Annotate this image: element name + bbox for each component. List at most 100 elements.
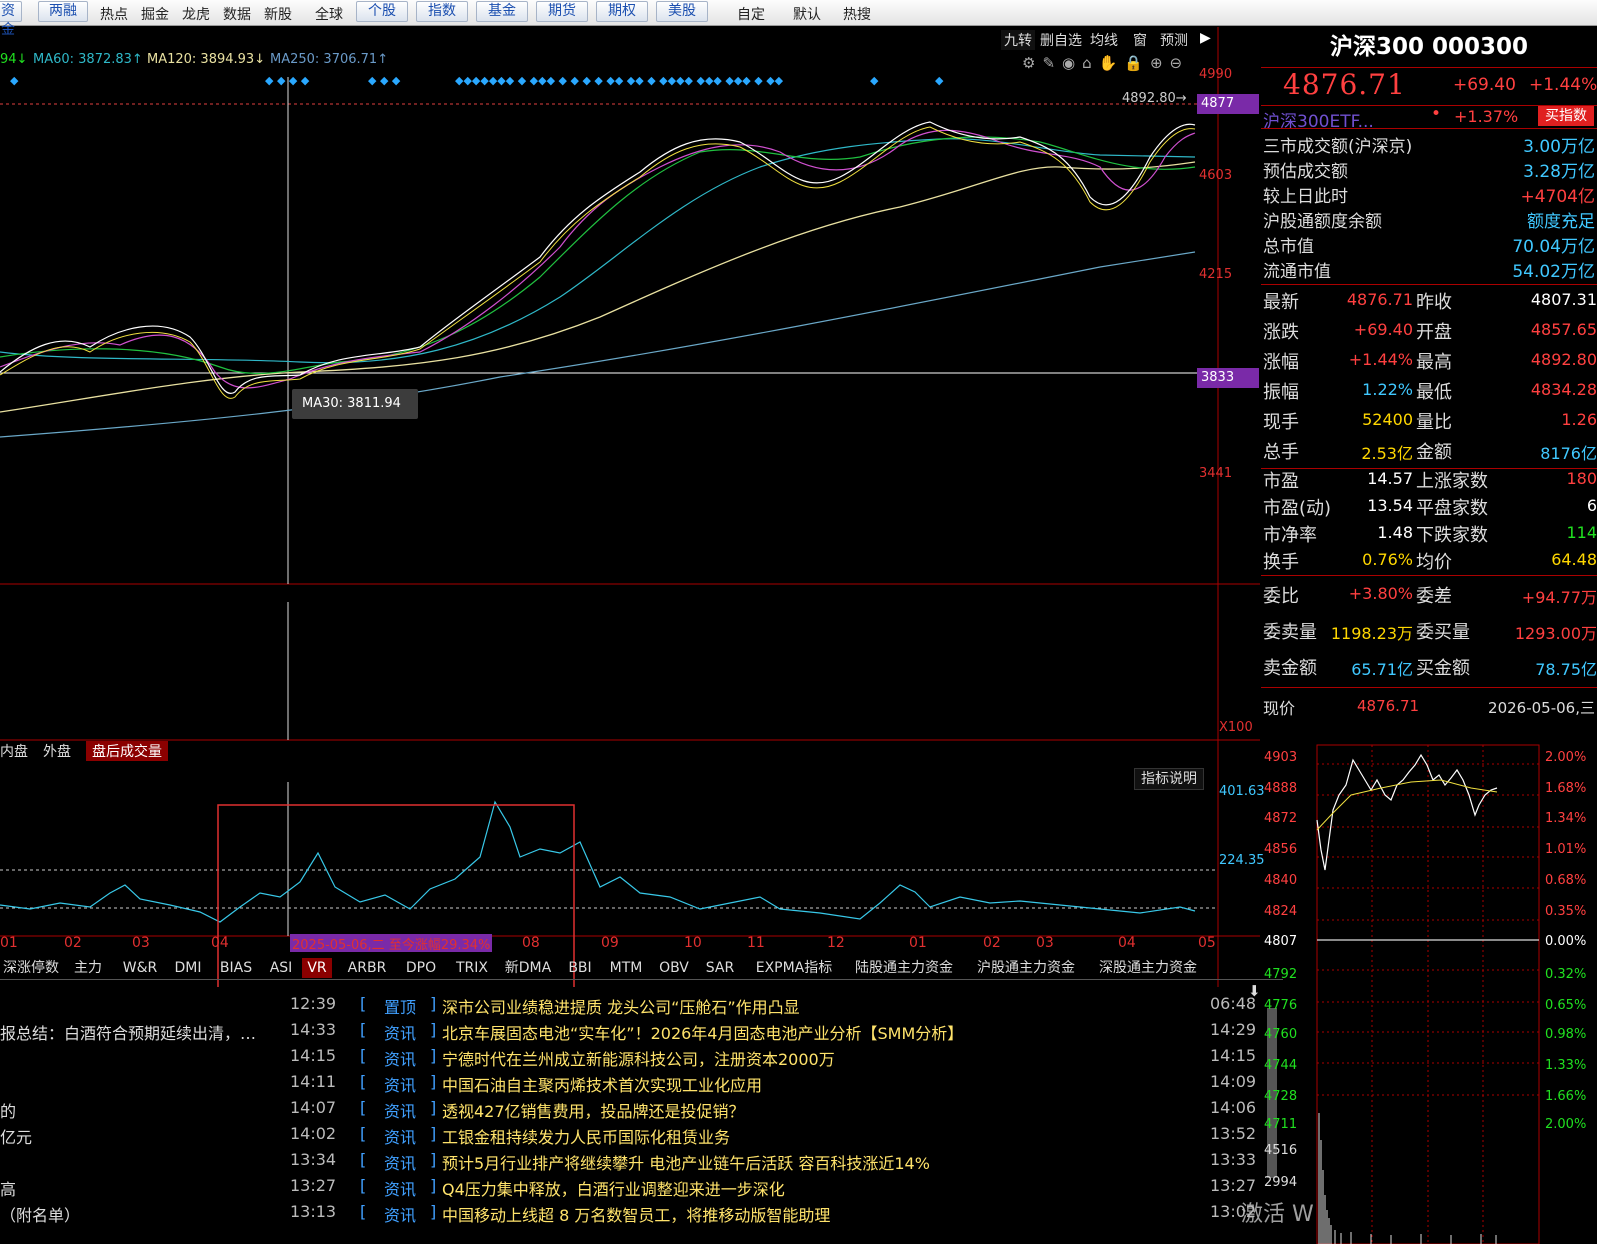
toolbar-button-margin[interactable]: 两融 xyxy=(38,1,88,22)
mini-chart-date: 2026-05-06,三 xyxy=(1488,699,1595,717)
news-title[interactable]: 透视427亿销售费用，投品牌还是投促销？ xyxy=(442,1098,745,1122)
indicator-tab[interactable]: ASI xyxy=(266,958,296,978)
mini-price-axis-label: 4516 xyxy=(1264,1143,1298,1158)
stat-value: 4857.65 xyxy=(1530,320,1597,339)
mini-price-axis-label: 4824 xyxy=(1264,904,1298,919)
news-row[interactable]: 报总结：白酒符合预期延续出清，… 14:33 资讯 北京车展固态电池“实车化”！202… xyxy=(0,1020,1260,1046)
bracket-left: [ xyxy=(360,1202,367,1221)
indicator-tab[interactable]: SAR xyxy=(700,958,740,978)
indicator-tab[interactable]: EXPMA指标 xyxy=(748,958,840,978)
toolbar-link-dig[interactable]: 掘金 xyxy=(141,4,169,24)
news-time-right: 14:09 xyxy=(1210,1072,1257,1091)
toolbar-link-custom[interactable]: 自定 xyxy=(737,4,765,24)
stat-label: 最高 xyxy=(1416,352,1452,373)
news-row[interactable]: 高 13:27 资讯 Q4压力集中释放，白酒行业调整迎来进一步深化 13:27 [] xyxy=(0,1176,1260,1202)
indicator-tab[interactable]: OBV xyxy=(654,958,694,978)
stat-value: 1.26 xyxy=(1561,410,1597,429)
chart-icon-toolbar[interactable]: ⚙✎◉⌂✋🔒⊕⊖ xyxy=(1022,54,1189,72)
stat-value: 13.54 xyxy=(1367,496,1413,515)
stat-label: 较上日此时 xyxy=(1263,187,1348,207)
mini-pct-axis-label: 0.68% xyxy=(1545,873,1587,888)
indicator-tab[interactable]: 陆股通主力资金 xyxy=(846,958,962,978)
stat-value: 6 xyxy=(1586,496,1597,515)
date-label: 04 xyxy=(211,935,229,951)
price-change-pct: +1.44% xyxy=(1529,75,1597,95)
mini-price-axis-label: 4903 xyxy=(1264,750,1298,765)
stat-label: 卖金额 xyxy=(1263,658,1317,679)
indicator-tab[interactable]: MTM xyxy=(604,958,648,978)
indicator-tab[interactable]: 新DMA xyxy=(500,958,556,978)
indicator-tab-active[interactable]: VR xyxy=(302,958,332,978)
news-title[interactable]: 深市公司业绩稳进提质 龙头公司“压舱石”作用凸显 xyxy=(442,994,800,1018)
toolbar-link-data[interactable]: 数据 xyxy=(223,4,251,24)
toolbar-button-stock[interactable]: 个股 xyxy=(356,1,408,22)
indicator-tab[interactable]: BIAS xyxy=(216,958,256,978)
news-title[interactable]: 中国移动上线超 8 万名数智员工，将推移动版智能助理 xyxy=(442,1202,830,1226)
news-row[interactable]: 13:34 资讯 预计5月行业排产将继续攀升 电池产业链午后活跃 容百科技涨近14%… xyxy=(0,1150,1260,1176)
stat-value: 114 xyxy=(1566,523,1597,542)
stat-label: 平盘家数 xyxy=(1416,498,1488,519)
price-axis-label: 4215 xyxy=(1199,267,1233,282)
indicator-tab[interactable]: TRIX xyxy=(450,958,494,978)
indicator-tab[interactable]: 深股通主力资金 xyxy=(1090,958,1206,978)
indicator-tab[interactable]: BBI xyxy=(562,958,598,978)
toolbar-button-us-stocks[interactable]: 美股 xyxy=(656,1,708,22)
indicator-tab[interactable]: DPO xyxy=(398,958,444,978)
news-row[interactable]: 的 14:07 资讯 透视427亿销售费用，投品牌还是投促销？ 14:06 [] xyxy=(0,1098,1260,1124)
bracket-right: ] xyxy=(430,1098,437,1117)
indicator-explain-button[interactable]: 指标说明 xyxy=(1134,768,1204,790)
buy-index-button[interactable]: 买指数 xyxy=(1538,106,1594,126)
news-row[interactable]: 12:39 置顶 深市公司业绩稳进提质 龙头公司“压舱石”作用凸显 06:48 [] xyxy=(0,994,1260,1020)
bracket-left: [ xyxy=(360,1098,367,1117)
news-time: 12:39 xyxy=(290,994,337,1013)
tab-after-hours-volume[interactable]: 盘后成交量 xyxy=(86,741,168,761)
news-left-title: 报总结：白酒符合预期延续出清，… xyxy=(0,1024,257,1043)
toolbar-link-default[interactable]: 默认 xyxy=(793,4,821,24)
toolbar-link-global[interactable]: 全球 xyxy=(315,4,343,24)
mini-price-axis-label: 4760 xyxy=(1264,1027,1298,1042)
news-time-right: 06:48 xyxy=(1210,994,1257,1013)
toolbar-button-fund[interactable]: 基金 xyxy=(476,1,528,22)
news-title[interactable]: 北京车展固态电池“实车化”！2026年4月固态电池产业分析【SMM分析】 xyxy=(442,1020,963,1044)
range-gain-label: 2025-05-06,二 至今涨幅29.34% xyxy=(290,934,493,953)
mini-price-axis-label: 4711 xyxy=(1264,1117,1298,1132)
stat-value: +4704亿 xyxy=(1520,187,1595,207)
stat-value: 180 xyxy=(1566,469,1597,488)
volume-scale-label: X100 xyxy=(1219,720,1253,735)
news-title[interactable]: Q4压力集中释放，白酒行业调整迎来进一步深化 xyxy=(442,1176,785,1200)
news-title[interactable]: 预计5月行业排产将继续攀升 电池产业链午后活跃 容百科技涨近14% xyxy=(442,1150,930,1174)
price-axis-label: 3441 xyxy=(1199,466,1233,481)
toolbar-link-ipo[interactable]: 新股 xyxy=(264,4,292,24)
news-row[interactable]: （附名单） 13:13 资讯 中国移动上线超 8 万名数智员工，将推移动版智能助理 13… xyxy=(0,1202,1260,1228)
news-title[interactable]: 中国石油自主聚丙烯技术首次实现工业化应用 xyxy=(442,1072,762,1096)
mini-price-axis-label: 4807 xyxy=(1264,934,1298,949)
news-title[interactable]: 工银金租持续发力人民币国际化租赁业务 xyxy=(442,1124,730,1148)
indicator-tab[interactable]: 主力 xyxy=(70,958,106,978)
toolbar-link-dragon[interactable]: 龙虎 xyxy=(182,4,210,24)
stat-label: 三市成交额(沪深京) xyxy=(1263,137,1413,157)
indicator-tab[interactable]: W&R xyxy=(118,958,162,978)
news-row[interactable]: 14:15 资讯 宁德时代在兰州成立新能源科技公司，注册资本2000万 14:15 [] xyxy=(0,1046,1260,1072)
tab-inner[interactable]: 内盘 xyxy=(0,741,28,761)
news-title[interactable]: 宁德时代在兰州成立新能源科技公司，注册资本2000万 xyxy=(442,1046,835,1070)
news-left-title: （附名单） xyxy=(0,1206,81,1225)
svg-text:◆ ◆ ◆ ◆: ◆ ◆ ◆ ◆ xyxy=(265,74,310,87)
ma10-line xyxy=(0,129,1196,389)
mini-pct-axis-label: 1.01% xyxy=(1545,842,1587,857)
tab-outer[interactable]: 外盘 xyxy=(43,741,71,761)
toolbar-button-options[interactable]: 期权 xyxy=(596,1,648,22)
toolbar-link-hot-search[interactable]: 热搜 xyxy=(843,4,871,24)
toolbar-button-index[interactable]: 指数 xyxy=(416,1,468,22)
indicator-tab[interactable]: DMI xyxy=(170,958,206,978)
indicator-tab[interactable]: ARBR xyxy=(342,958,392,978)
news-time: 14:15 xyxy=(290,1046,337,1065)
toolbar-button-funds[interactable]: 资金 xyxy=(0,1,22,38)
news-row[interactable]: 亿元 14:02 资讯 工银金租持续发力人民币国际化租赁业务 13:52 [] xyxy=(0,1124,1260,1150)
mini-price-axis-label: 4840 xyxy=(1264,873,1298,888)
toolbar-link-hot[interactable]: 热点 xyxy=(100,4,128,24)
news-row[interactable]: 14:11 资讯 中国石油自主聚丙烯技术首次实现工业化应用 14:09 [] xyxy=(0,1072,1260,1098)
indicator-tab[interactable]: 深涨停数 xyxy=(0,958,62,978)
toolbar-button-futures[interactable]: 期货 xyxy=(536,1,588,22)
indicator-tab[interactable]: 沪股通主力资金 xyxy=(968,958,1084,978)
stat-value: 8176亿 xyxy=(1540,444,1597,463)
